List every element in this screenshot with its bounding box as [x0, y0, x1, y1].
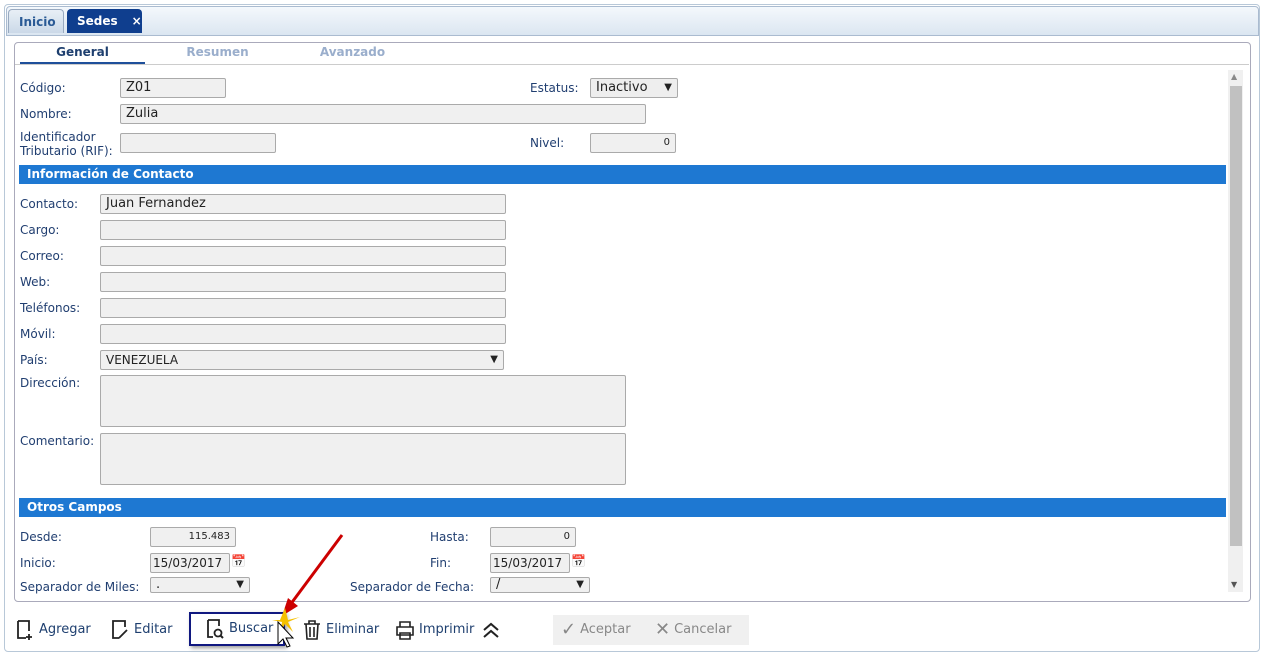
- form-panel: [14, 42, 1251, 602]
- tab-bar: [6, 6, 1259, 36]
- editar-button[interactable]: Editar: [110, 615, 173, 645]
- rif-label-line2: Tributario (RIF):: [20, 144, 113, 158]
- codigo-input[interactable]: Z01: [120, 78, 226, 98]
- estatus-select[interactable]: Inactivo ▼: [590, 78, 678, 98]
- scroll-up-icon[interactable]: ▲: [1231, 72, 1237, 81]
- scrollbar-thumb[interactable]: [1230, 86, 1242, 546]
- x-icon: ✕: [655, 619, 671, 640]
- aceptar-button[interactable]: ✓ Aceptar: [553, 615, 653, 645]
- subtab-avanzado[interactable]: Avanzado: [290, 45, 415, 59]
- comentario-label: Comentario:: [20, 434, 95, 448]
- contacto-input[interactable]: Juan Fernandez: [100, 194, 506, 214]
- contacto-label: Contacto:: [20, 197, 79, 211]
- movil-label: Móvil:: [20, 327, 56, 341]
- nombre-label: Nombre:: [20, 107, 72, 121]
- sep-fecha-select[interactable]: / ▼: [490, 577, 590, 593]
- desde-input[interactable]: 115.483: [150, 527, 236, 547]
- tab-sedes[interactable]: Sedes ×: [67, 9, 142, 33]
- direccion-label: Dirección:: [20, 376, 81, 390]
- close-icon[interactable]: ×: [132, 14, 142, 28]
- codigo-label: Código:: [20, 81, 66, 95]
- editar-label: Editar: [134, 622, 173, 637]
- chevron-down-icon: ▼: [490, 354, 498, 365]
- section-otros: Otros Campos: [19, 498, 1226, 517]
- pais-label: País:: [20, 353, 48, 367]
- imprimir-label: Imprimir: [419, 622, 475, 637]
- subtab-resumen[interactable]: Resumen: [155, 45, 280, 59]
- fin-date-input[interactable]: 15/03/2017: [490, 553, 570, 573]
- cancelar-label: Cancelar: [674, 622, 732, 637]
- agregar-label: Agregar: [39, 622, 91, 637]
- chevron-down-icon: ▼: [576, 579, 584, 590]
- tab-label: Sedes: [77, 14, 118, 28]
- printer-icon: [396, 621, 414, 640]
- nivel-label: Nivel:: [530, 136, 565, 150]
- web-input[interactable]: [100, 272, 506, 292]
- sep-miles-label: Separador de Miles:: [20, 580, 140, 594]
- rif-label-line1: Identificador: [20, 130, 96, 144]
- desde-label: Desde:: [20, 530, 62, 544]
- add-document-icon: [17, 620, 32, 640]
- inicio-label: Inicio:: [20, 556, 56, 570]
- estatus-label: Estatus:: [530, 81, 579, 95]
- comentario-textarea[interactable]: [100, 433, 626, 485]
- sep-fecha-value: /: [496, 577, 501, 592]
- rif-label: Identificador Tributario (RIF):: [20, 130, 113, 158]
- pais-value: VENEZUELA: [106, 353, 179, 367]
- sep-fecha-label: Separador de Fecha:: [350, 580, 475, 594]
- edit-icon: [112, 620, 128, 639]
- imprimir-button[interactable]: Imprimir: [395, 615, 474, 645]
- calendar-icon[interactable]: 📅: [231, 554, 246, 568]
- correo-input[interactable]: [100, 246, 506, 266]
- agregar-button[interactable]: Agregar: [15, 615, 91, 645]
- chevron-down-icon: ▼: [236, 579, 244, 590]
- telefonos-label: Teléfonos:: [20, 301, 81, 315]
- tab-inicio[interactable]: Inicio: [8, 9, 64, 33]
- direccion-textarea[interactable]: [100, 375, 626, 427]
- fin-label: Fin:: [430, 556, 452, 570]
- rif-input[interactable]: [120, 133, 276, 153]
- collapse-button[interactable]: [481, 615, 501, 645]
- cargo-label: Cargo:: [20, 223, 60, 237]
- buscar-label: Buscar: [229, 621, 274, 636]
- hasta-label: Hasta:: [430, 530, 469, 544]
- double-chevron-up-icon: [483, 622, 499, 638]
- divider: [15, 64, 1249, 65]
- calendar-icon[interactable]: 📅: [571, 554, 586, 568]
- aceptar-label: Aceptar: [580, 622, 631, 637]
- pais-select[interactable]: VENEZUELA ▼: [100, 350, 504, 370]
- sep-miles-value: .: [156, 577, 161, 592]
- chevron-down-icon: ▼: [664, 82, 672, 93]
- search-document-icon: [207, 619, 224, 639]
- scroll-down-icon[interactable]: ▼: [1231, 580, 1237, 589]
- annotation-arrow: [272, 534, 344, 648]
- estatus-value: Inactivo: [596, 80, 648, 95]
- movil-input[interactable]: [100, 324, 506, 344]
- sep-miles-select[interactable]: . ▼: [150, 577, 250, 593]
- hasta-input[interactable]: 0: [490, 527, 576, 547]
- correo-label: Correo:: [20, 249, 64, 263]
- check-icon: ✓: [561, 619, 577, 640]
- telefonos-input[interactable]: [100, 298, 506, 318]
- nivel-input[interactable]: 0: [590, 133, 676, 153]
- section-contacto: Información de Contacto: [19, 165, 1226, 184]
- nombre-input[interactable]: Zulia: [120, 104, 646, 124]
- cancelar-button[interactable]: ✕ Cancelar: [647, 615, 749, 645]
- subtab-general[interactable]: General: [20, 45, 145, 65]
- cargo-input[interactable]: [100, 220, 506, 240]
- web-label: Web:: [20, 275, 51, 289]
- inicio-date-input[interactable]: 15/03/2017: [150, 553, 230, 573]
